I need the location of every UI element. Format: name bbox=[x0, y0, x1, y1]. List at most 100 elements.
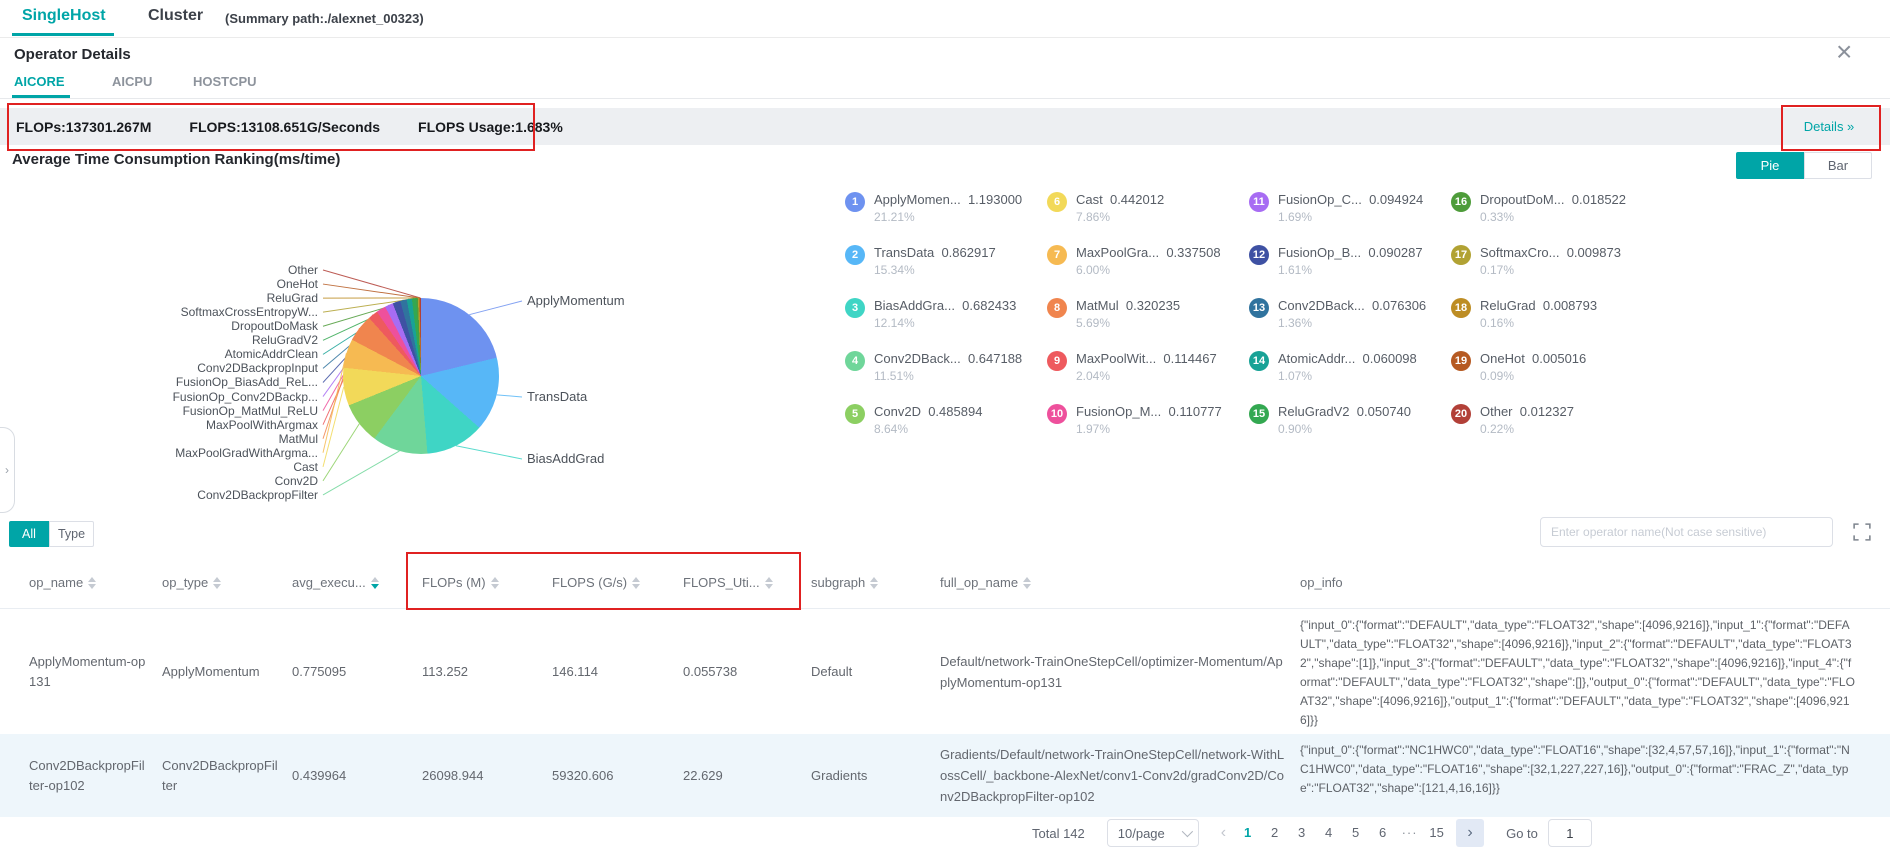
legend-item-2[interactable]: 2TransData 0.86291715.34% bbox=[845, 245, 1047, 298]
col-header-full_op_name[interactable]: full_op_name bbox=[940, 556, 1300, 609]
sort-icon[interactable] bbox=[371, 577, 379, 589]
legend-op-name: ApplyMomen... bbox=[874, 192, 961, 207]
operator-search-input[interactable] bbox=[1540, 517, 1833, 547]
prev-page-button[interactable]: ‹ bbox=[1221, 824, 1226, 842]
page-ellipsis: ··· bbox=[1396, 819, 1423, 847]
legend-item-8[interactable]: 8MatMul 0.3202355.69% bbox=[1047, 298, 1249, 351]
rank-badge: 12 bbox=[1249, 245, 1269, 265]
col-header-op_name[interactable]: op_name bbox=[0, 556, 162, 609]
legend-op-name: Conv2DBack... bbox=[874, 351, 961, 366]
legend-item-3[interactable]: 3BiasAddGra... 0.68243312.14% bbox=[845, 298, 1047, 351]
col-header-avg_execution[interactable]: avg_execu... bbox=[292, 556, 422, 609]
legend-value: 1.193000 bbox=[968, 192, 1022, 207]
legend-value: 0.442012 bbox=[1110, 192, 1164, 207]
legend-item-20[interactable]: 20Other 0.0123270.22% bbox=[1451, 404, 1653, 457]
sort-icon[interactable] bbox=[870, 577, 878, 589]
legend-value: 0.009873 bbox=[1567, 245, 1621, 260]
page-button-2[interactable]: 2 bbox=[1261, 819, 1288, 847]
sort-icon[interactable] bbox=[491, 577, 499, 589]
cell-flops_gs: 59320.606 bbox=[552, 734, 683, 817]
pie-legend: 1ApplyMomen... 1.19300021.21%2TransData … bbox=[845, 192, 1653, 457]
legend-op-name: ReluGrad bbox=[1480, 298, 1536, 313]
table-row: Conv2DBackpropFilter-op102Conv2DBackprop… bbox=[0, 734, 1890, 817]
sort-icon[interactable] bbox=[632, 577, 640, 589]
page-button-1[interactable]: 1 bbox=[1234, 819, 1261, 847]
legend-item-9[interactable]: 9MaxPoolWit... 0.1144672.04% bbox=[1047, 351, 1249, 404]
col-header-subgraph[interactable]: subgraph bbox=[811, 556, 940, 609]
legend-text: MaxPoolGra... 0.3375086.00% bbox=[1076, 245, 1221, 277]
legend-item-18[interactable]: 18ReluGrad 0.0087930.16% bbox=[1451, 298, 1653, 351]
legend-item-4[interactable]: 4Conv2DBack... 0.64718811.51% bbox=[845, 351, 1047, 404]
legend-op-name: FusionOp_M... bbox=[1076, 404, 1161, 419]
rank-badge: 8 bbox=[1047, 298, 1067, 318]
legend-item-5[interactable]: 5 Conv2D 0.4858948.64% bbox=[845, 404, 1047, 457]
goto-page-input[interactable] bbox=[1548, 819, 1592, 847]
legend-item-15[interactable]: 15ReluGradV2 0.0507400.90% bbox=[1249, 404, 1451, 457]
page-button-6[interactable]: 6 bbox=[1369, 819, 1396, 847]
pie-label: Conv2D bbox=[0, 474, 318, 488]
legend-item-6[interactable]: 6Cast 0.4420127.86% bbox=[1047, 192, 1249, 245]
cell-avg_execution: 0.439964 bbox=[292, 734, 422, 817]
close-icon[interactable]: × bbox=[1836, 38, 1852, 66]
rank-badge: 18 bbox=[1451, 298, 1471, 318]
legend-percent: 0.33% bbox=[1480, 211, 1626, 224]
sort-icon[interactable] bbox=[765, 577, 773, 589]
legend-text: Conv2D 0.4858948.64% bbox=[874, 404, 982, 436]
page-button-3[interactable]: 3 bbox=[1288, 819, 1315, 847]
legend-percent: 5.69% bbox=[1076, 317, 1180, 330]
legend-value: 0.005016 bbox=[1532, 351, 1586, 366]
cell-op_type: Conv2DBackpropFilter bbox=[162, 734, 292, 817]
pie-chart[interactable] bbox=[343, 298, 499, 454]
legend-text: Other 0.0123270.22% bbox=[1480, 404, 1574, 436]
fullscreen-icon[interactable] bbox=[1853, 523, 1871, 541]
col-header-flops_util[interactable]: FLOPS_Uti... bbox=[683, 556, 811, 609]
cell-flops_util: 0.055738 bbox=[683, 609, 811, 735]
details-link[interactable]: Details » bbox=[1781, 105, 1877, 147]
sort-icon[interactable] bbox=[88, 577, 96, 589]
legend-item-7[interactable]: 7MaxPoolGra... 0.3375086.00% bbox=[1047, 245, 1249, 298]
pie-label: Conv2DBackpropFilter bbox=[0, 488, 318, 502]
legend-item-11[interactable]: 11FusionOp_C... 0.0949241.69% bbox=[1249, 192, 1451, 245]
legend-op-name: BiasAddGra... bbox=[874, 298, 955, 313]
sort-icon[interactable] bbox=[213, 577, 221, 589]
rank-badge: 2 bbox=[845, 245, 865, 265]
sidebar-expand-handle[interactable]: › bbox=[0, 427, 15, 513]
cell-op_name: Conv2DBackpropFilter-op102 bbox=[0, 734, 162, 817]
page-size-select[interactable]: 10/page bbox=[1107, 819, 1199, 847]
rank-badge: 4 bbox=[845, 351, 865, 371]
sort-icon[interactable] bbox=[1023, 577, 1031, 589]
pie-label: TransData bbox=[527, 389, 587, 405]
pie-label: FusionOp_MatMul_ReLU bbox=[0, 404, 318, 418]
cell-op_info: {"input_0":{"format":"NC1HWC0","data_typ… bbox=[1300, 734, 1890, 817]
cell-subgraph: Default bbox=[811, 609, 940, 735]
legend-item-17[interactable]: 17SoftmaxCro... 0.0098730.17% bbox=[1451, 245, 1653, 298]
next-page-button[interactable]: › bbox=[1456, 819, 1484, 847]
legend-item-19[interactable]: 19OneHot 0.0050160.09% bbox=[1451, 351, 1653, 404]
legend-percent: 0.09% bbox=[1480, 370, 1586, 383]
rank-badge: 5 bbox=[845, 404, 865, 424]
filter-tab-type[interactable]: Type bbox=[49, 521, 94, 547]
legend-item-1[interactable]: 1ApplyMomen... 1.19300021.21% bbox=[845, 192, 1047, 245]
col-header-op_type[interactable]: op_type bbox=[162, 556, 292, 609]
pie-view-button[interactable]: Pie bbox=[1736, 152, 1804, 179]
legend-item-10[interactable]: 10FusionOp_M... 0.1107771.97% bbox=[1047, 404, 1249, 457]
legend-item-14[interactable]: 14AtomicAddr... 0.0600981.07% bbox=[1249, 351, 1451, 404]
col-header-flops_gs[interactable]: FLOPS (G/s) bbox=[552, 556, 683, 609]
legend-text: MaxPoolWit... 0.1144672.04% bbox=[1076, 351, 1217, 383]
filter-tab-all[interactable]: All bbox=[9, 521, 49, 547]
bar-view-button[interactable]: Bar bbox=[1804, 152, 1872, 179]
page-button-5[interactable]: 5 bbox=[1342, 819, 1369, 847]
legend-item-12[interactable]: 12FusionOp_B... 0.0902871.61% bbox=[1249, 245, 1451, 298]
pie-label: OneHot bbox=[0, 277, 318, 291]
col-header-flops_m[interactable]: FLOPs (M) bbox=[422, 556, 552, 609]
legend-op-name: MaxPoolGra... bbox=[1076, 245, 1159, 260]
legend-value: 0.110777 bbox=[1169, 404, 1222, 419]
page-size-value: 10/page bbox=[1118, 826, 1165, 841]
legend-item-16[interactable]: 16DropoutDoM... 0.0185220.33% bbox=[1451, 192, 1653, 245]
cell-flops_m: 26098.944 bbox=[422, 734, 552, 817]
page-button-15[interactable]: 15 bbox=[1423, 819, 1450, 847]
legend-item-13[interactable]: 13Conv2DBack... 0.0763061.36% bbox=[1249, 298, 1451, 351]
page-button-4[interactable]: 4 bbox=[1315, 819, 1342, 847]
legend-value: 0.682433 bbox=[962, 298, 1016, 313]
legend-value: 0.094924 bbox=[1369, 192, 1423, 207]
